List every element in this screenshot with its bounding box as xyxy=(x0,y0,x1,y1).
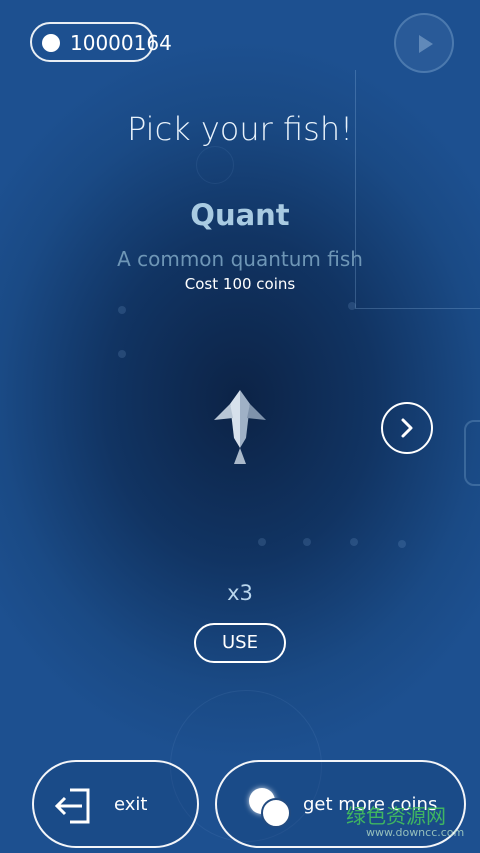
exit-door-icon xyxy=(54,788,90,824)
coins-icon xyxy=(245,784,295,828)
bg-dot xyxy=(303,538,311,546)
bg-line xyxy=(355,70,356,308)
fish-description: A common quantum fish xyxy=(117,247,363,271)
exit-button[interactable]: exit xyxy=(32,760,199,848)
bg-dot xyxy=(118,306,126,314)
watermark-url: www.downcc.com xyxy=(366,826,465,839)
bg-dot xyxy=(350,538,358,546)
page-title: Pick your fish! xyxy=(127,110,353,148)
bg-dot xyxy=(118,350,126,358)
coin-balance: 10000164 xyxy=(70,31,172,55)
play-icon xyxy=(419,35,433,53)
exit-label: exit xyxy=(114,794,148,815)
fish-name: Quant xyxy=(190,198,290,232)
coin-icon xyxy=(42,34,60,52)
watermark-text: 绿色资源网 xyxy=(346,804,446,828)
quant-fish-icon xyxy=(214,390,266,464)
next-fish-button[interactable] xyxy=(381,402,433,454)
fish-cost: Cost 100 coins xyxy=(184,275,296,293)
play-button[interactable] xyxy=(394,13,454,73)
fish-multiplier: x3 xyxy=(227,581,253,605)
bg-dot xyxy=(258,538,266,546)
bg-bubble xyxy=(196,146,234,184)
bg-line xyxy=(355,308,480,309)
bg-dot xyxy=(398,540,406,548)
chevron-right-icon xyxy=(401,418,413,438)
use-button[interactable]: USE xyxy=(194,623,286,663)
side-panel-tab xyxy=(464,420,480,486)
